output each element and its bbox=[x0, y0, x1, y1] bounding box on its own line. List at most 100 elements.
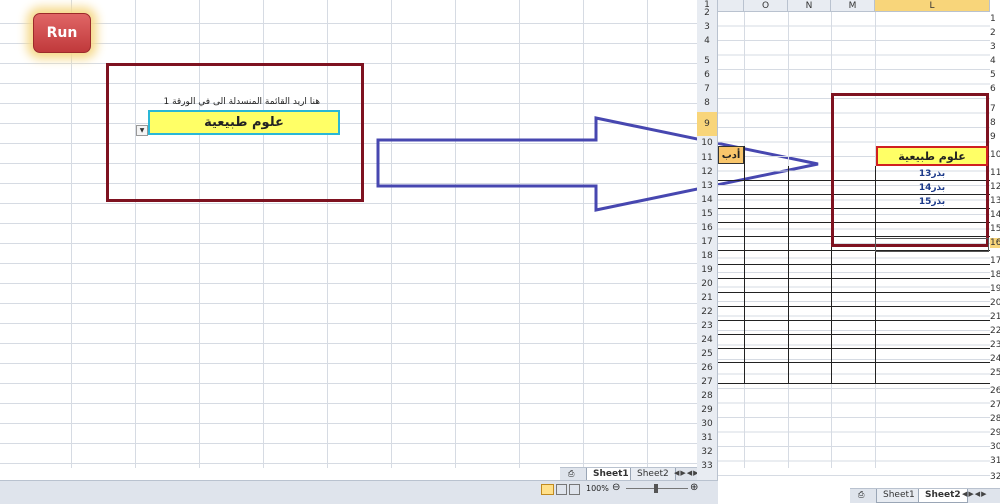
row-number-rtl[interactable]: 19 bbox=[990, 284, 1000, 294]
row-number-rtl[interactable]: 31 bbox=[990, 456, 1000, 466]
row-number[interactable]: 25 bbox=[697, 349, 717, 359]
sheet-tab-bar-right: ⎙ Sheet1 Sheet2 ◀▶◀▶ bbox=[850, 488, 1000, 503]
instruction-note: هنا اريد القائمة المنسدلة الى في الورقة … bbox=[163, 97, 320, 107]
row-number-rtl[interactable]: 17 bbox=[990, 256, 1000, 266]
tab-sheet2-right[interactable]: Sheet2 bbox=[918, 489, 968, 503]
row-number-rtl[interactable]: 24 bbox=[990, 354, 1000, 364]
row-number-rtl[interactable]: 25 bbox=[990, 368, 1000, 378]
column-header-blank[interactable] bbox=[718, 0, 744, 12]
row-number-rtl[interactable]: 2 bbox=[990, 28, 1000, 38]
row-number-rtl[interactable]: 12 bbox=[990, 182, 1000, 192]
row-number[interactable]: 32 bbox=[697, 447, 717, 457]
row-number-rtl[interactable]: 30 bbox=[990, 442, 1000, 452]
list-item[interactable]: بذر15 bbox=[876, 197, 988, 207]
row-number[interactable]: 15 bbox=[697, 209, 717, 219]
table-border bbox=[718, 320, 990, 321]
page-layout-icon[interactable] bbox=[556, 484, 567, 495]
row-number-rtl[interactable]: 23 bbox=[990, 340, 1000, 350]
row-number[interactable]: 8 bbox=[697, 98, 717, 108]
dropdown-arrow-icon[interactable]: ▼ bbox=[136, 125, 148, 136]
row-number[interactable]: 27 bbox=[697, 377, 717, 387]
sheet-nav-arrows-icon[interactable]: ◀▶◀▶ bbox=[962, 490, 988, 498]
row-number-rtl[interactable]: 18 bbox=[990, 270, 1000, 280]
sheet-nav-arrows-icon[interactable]: ◀▶◀▶ bbox=[674, 469, 700, 477]
row-number-rtl[interactable]: 22 bbox=[990, 326, 1000, 336]
row-number[interactable]: 2 bbox=[697, 8, 717, 18]
row-number-rtl[interactable]: 13 bbox=[990, 196, 1000, 206]
row-number-rtl[interactable]: 14 bbox=[990, 210, 1000, 220]
row-number[interactable]: 22 bbox=[697, 307, 717, 317]
row-number[interactable]: 6 bbox=[697, 70, 717, 80]
row-number[interactable]: 4 bbox=[697, 36, 717, 46]
row-number[interactable]: 16 bbox=[697, 223, 717, 233]
row-number[interactable]: 33 bbox=[697, 461, 717, 471]
table-border bbox=[718, 292, 990, 293]
row-number-rtl[interactable]: 21 bbox=[990, 312, 1000, 322]
row-number[interactable]: 23 bbox=[697, 321, 717, 331]
row-number-rtl[interactable]: 32 bbox=[990, 472, 1000, 482]
row-number[interactable]: 31 bbox=[697, 433, 717, 443]
row-number[interactable]: 30 bbox=[697, 419, 717, 429]
selected-cell[interactable] bbox=[875, 238, 989, 252]
row-number[interactable]: 21 bbox=[697, 293, 717, 303]
row-number-rtl[interactable]: 9 bbox=[990, 132, 1000, 142]
list-item[interactable]: بذر13 bbox=[876, 169, 988, 179]
row-number[interactable]: 18 bbox=[697, 251, 717, 261]
table-border bbox=[718, 362, 990, 363]
normal-view-icon[interactable] bbox=[541, 484, 554, 495]
insert-sheet-icon[interactable]: ⎙ bbox=[858, 490, 864, 500]
row-number-rtl[interactable]: 29 bbox=[990, 428, 1000, 438]
table-border bbox=[788, 166, 789, 383]
row-number[interactable]: 13 bbox=[697, 181, 717, 191]
row-number[interactable]: 3 bbox=[697, 22, 717, 32]
zoom-in-icon[interactable]: ⊕ bbox=[690, 482, 698, 493]
row-number[interactable]: 28 bbox=[697, 391, 717, 401]
column-header-m[interactable]: M bbox=[831, 0, 875, 12]
list-header-cell[interactable]: علوم طبيعية bbox=[876, 146, 988, 166]
run-button[interactable]: Run bbox=[33, 13, 91, 53]
page-break-icon[interactable] bbox=[569, 484, 580, 495]
row-number-rtl[interactable]: 28 bbox=[990, 414, 1000, 424]
row-number-rtl[interactable]: 27 bbox=[990, 400, 1000, 410]
row-number-rtl[interactable]: 6 bbox=[990, 84, 1000, 94]
row-number-rtl[interactable]: 4 bbox=[990, 56, 1000, 66]
row-number-rtl[interactable]: 7 bbox=[990, 104, 1000, 114]
row-number-rtl[interactable]: 15 bbox=[990, 224, 1000, 234]
list-item[interactable]: بذر14 bbox=[876, 183, 988, 193]
row-number[interactable]: 29 bbox=[697, 405, 717, 415]
row-number-rtl-selected[interactable]: 16 bbox=[990, 238, 1000, 248]
row-number-selected[interactable]: 9 bbox=[697, 112, 717, 136]
tab-sheet1-right[interactable]: Sheet1 bbox=[876, 489, 922, 503]
insert-sheet-icon[interactable]: ⎙ bbox=[568, 469, 574, 479]
row-number-rtl[interactable]: 3 bbox=[990, 42, 1000, 52]
zoom-slider-thumb[interactable] bbox=[654, 484, 658, 493]
row-number-rtl[interactable]: 8 bbox=[990, 118, 1000, 128]
row-number-rtl[interactable]: 20 bbox=[990, 298, 1000, 308]
column-header-l[interactable]: L bbox=[875, 0, 990, 12]
row-number[interactable]: 11 bbox=[697, 153, 717, 163]
row-number[interactable]: 5 bbox=[697, 56, 717, 66]
row-number[interactable]: 20 bbox=[697, 279, 717, 289]
zoom-out-icon[interactable]: ⊖ bbox=[612, 482, 620, 493]
row-number-rtl[interactable]: 1 bbox=[990, 14, 1000, 24]
zoom-level[interactable]: 100% bbox=[586, 484, 609, 493]
row-number[interactable]: 19 bbox=[697, 265, 717, 275]
orange-cell[interactable]: أدب bbox=[718, 146, 744, 164]
row-number-rtl[interactable]: 26 bbox=[990, 386, 1000, 396]
column-header-n[interactable]: N bbox=[788, 0, 831, 12]
row-number[interactable]: 24 bbox=[697, 335, 717, 345]
table-border bbox=[718, 306, 990, 307]
row-number[interactable]: 7 bbox=[697, 84, 717, 94]
row-number[interactable]: 12 bbox=[697, 167, 717, 177]
row-number[interactable]: 14 bbox=[697, 195, 717, 205]
dropdown-cell[interactable]: علوم طبيعية bbox=[148, 110, 340, 135]
row-number[interactable]: 10 bbox=[697, 138, 717, 148]
row-number-rtl[interactable]: 10 bbox=[990, 150, 1000, 160]
row-number-rtl[interactable]: 5 bbox=[990, 70, 1000, 80]
row-number[interactable]: 26 bbox=[697, 363, 717, 373]
row-header-left: 1 2 3 4 5 6 7 8 9 10 11 12 13 14 15 16 1… bbox=[697, 0, 718, 480]
row-number[interactable]: 17 bbox=[697, 237, 717, 247]
table-border bbox=[718, 278, 990, 279]
row-number-rtl[interactable]: 11 bbox=[990, 168, 1000, 178]
column-header-o[interactable]: O bbox=[744, 0, 788, 12]
